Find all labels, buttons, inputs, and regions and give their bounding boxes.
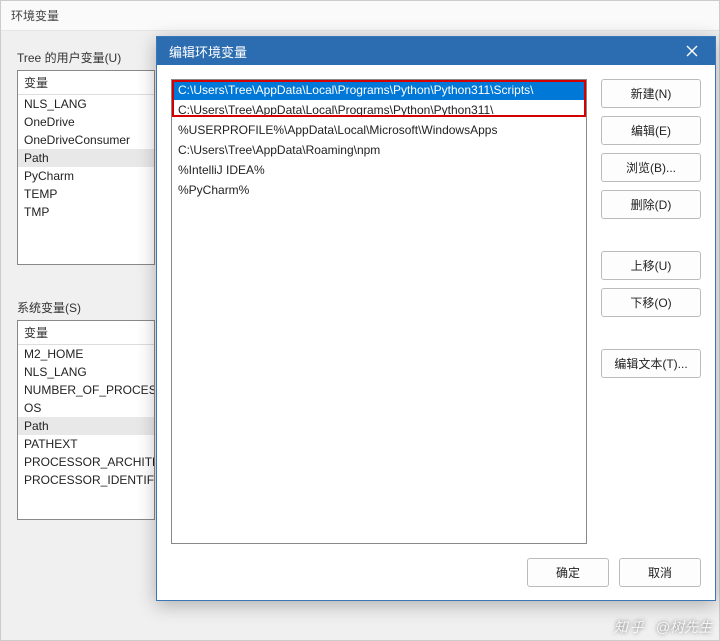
list-item[interactable]: OS [18, 399, 154, 417]
path-item[interactable]: %IntelliJ IDEA% [172, 160, 586, 180]
path-item[interactable]: %USERPROFILE%\AppData\Local\Microsoft\Wi… [172, 120, 586, 140]
close-icon [686, 45, 698, 57]
list-item-path[interactable]: Path [18, 417, 154, 435]
env-vars-title: 环境变量 [1, 1, 719, 31]
list-item[interactable]: NUMBER_OF_PROCESSORS [18, 381, 154, 399]
list-item[interactable]: OneDriveConsumer [18, 131, 154, 149]
path-item[interactable]: C:\Users\Tree\AppData\Roaming\npm [172, 140, 586, 160]
list-item[interactable]: PROCESSOR_IDENTIFIER [18, 471, 154, 489]
list-item[interactable]: TEMP [18, 185, 154, 203]
column-header-var[interactable]: 变量 [18, 71, 154, 95]
close-button[interactable] [673, 39, 711, 63]
path-item[interactable]: C:\Users\Tree\AppData\Local\Programs\Pyt… [172, 100, 586, 120]
edit-text-button[interactable]: 编辑文本(T)... [601, 349, 701, 378]
move-up-button[interactable]: 上移(U) [601, 251, 701, 280]
list-item[interactable]: PROCESSOR_ARCHITECTURE [18, 453, 154, 471]
new-button[interactable]: 新建(N) [601, 79, 701, 108]
list-item[interactable]: PyCharm [18, 167, 154, 185]
sys-vars-list[interactable]: 变量 M2_HOME NLS_LANG NUMBER_OF_PROCESSORS… [17, 320, 155, 520]
list-item[interactable]: M2_HOME [18, 345, 154, 363]
list-item[interactable]: NLS_LANG [18, 95, 154, 113]
list-item-path[interactable]: Path [18, 149, 154, 167]
path-item[interactable]: C:\Users\Tree\AppData\Local\Programs\Pyt… [172, 80, 586, 100]
cancel-button[interactable]: 取消 [619, 558, 701, 587]
list-item[interactable]: OneDrive [18, 113, 154, 131]
dialog-titlebar[interactable]: 编辑环境变量 [157, 37, 715, 65]
ok-button[interactable]: 确定 [527, 558, 609, 587]
path-listbox[interactable]: C:\Users\Tree\AppData\Local\Programs\Pyt… [171, 79, 587, 544]
edit-env-var-dialog: 编辑环境变量 C:\Users\Tree\AppData\Local\Progr… [156, 36, 716, 601]
browse-button[interactable]: 浏览(B)... [601, 153, 701, 182]
list-item[interactable]: TMP [18, 203, 154, 221]
list-item[interactable]: NLS_LANG [18, 363, 154, 381]
path-item[interactable]: %PyCharm% [172, 180, 586, 200]
user-vars-list[interactable]: 变量 NLS_LANG OneDrive OneDriveConsumer Pa… [17, 70, 155, 265]
dialog-title: 编辑环境变量 [169, 42, 673, 61]
delete-button[interactable]: 删除(D) [601, 190, 701, 219]
list-item[interactable]: PATHEXT [18, 435, 154, 453]
move-down-button[interactable]: 下移(O) [601, 288, 701, 317]
edit-button[interactable]: 编辑(E) [601, 116, 701, 145]
side-buttons: 新建(N) 编辑(E) 浏览(B)... 删除(D) 上移(U) 下移(O) 编… [601, 79, 701, 544]
column-header-var[interactable]: 变量 [18, 321, 154, 345]
